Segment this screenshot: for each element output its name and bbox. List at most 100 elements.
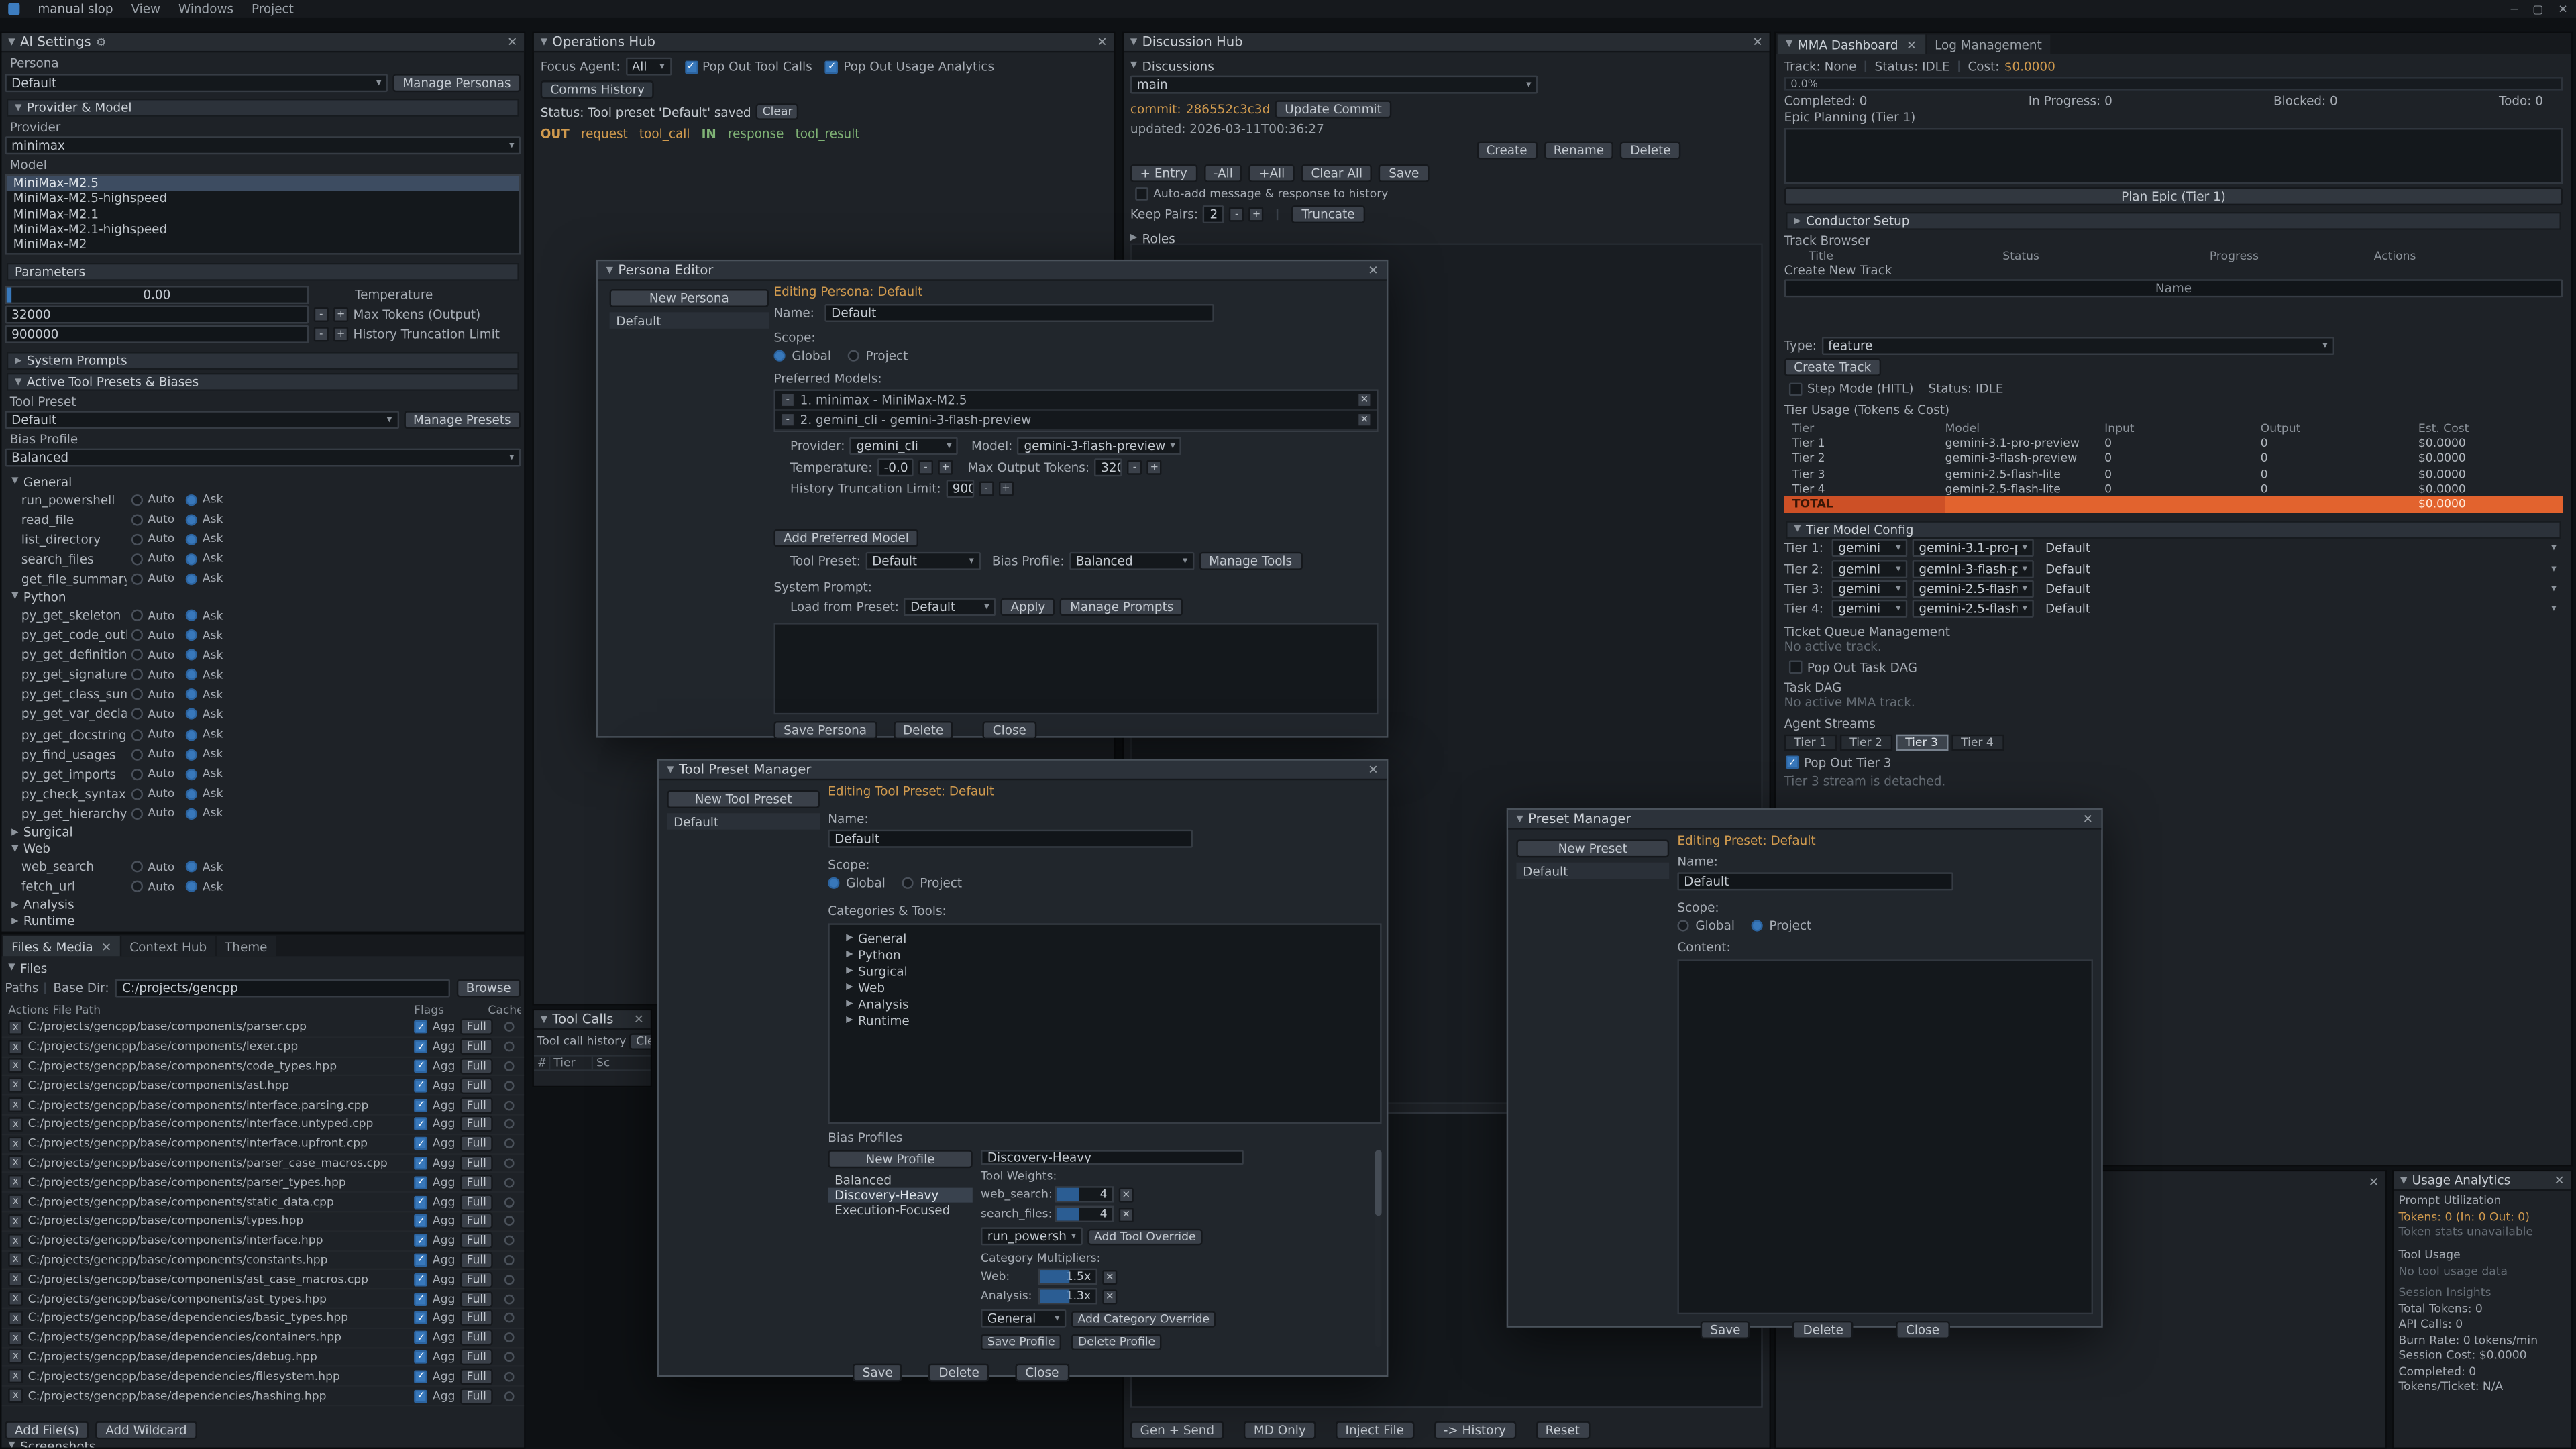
collapse-icon[interactable]: ▼ bbox=[541, 37, 547, 47]
cache-indicator[interactable] bbox=[504, 1177, 515, 1187]
decrement-button[interactable]: - bbox=[1230, 207, 1244, 222]
reorder-button[interactable]: - bbox=[780, 413, 795, 427]
agg-checkbox[interactable]: ✓ bbox=[415, 1215, 428, 1228]
parameters-section[interactable]: Parameters bbox=[7, 263, 519, 281]
step-mode-checkbox[interactable] bbox=[1789, 382, 1803, 395]
active-tools-section[interactable]: ▼ Active Tool Presets & Biases bbox=[7, 373, 519, 391]
minus-all-button[interactable]: -All bbox=[1203, 164, 1242, 182]
maximize-icon[interactable]: ▢ bbox=[2532, 3, 2543, 16]
add-tool-override-button[interactable]: Add Tool Override bbox=[1087, 1228, 1202, 1244]
decrement-button[interactable]: - bbox=[1127, 460, 1142, 475]
auto-add-checkbox[interactable] bbox=[1135, 187, 1148, 201]
reset-button[interactable]: Reset bbox=[1536, 1421, 1590, 1439]
scope-global-radio[interactable] bbox=[1677, 920, 1688, 931]
to-history-button[interactable]: -> History bbox=[1434, 1421, 1516, 1439]
full-button[interactable]: Full bbox=[460, 1116, 493, 1132]
ask-toggle[interactable] bbox=[186, 788, 197, 800]
full-button[interactable]: Full bbox=[460, 1174, 493, 1190]
auto-toggle[interactable] bbox=[131, 788, 143, 800]
tool-calls-header[interactable]: ▼ Tool Calls ✕ bbox=[534, 1010, 651, 1030]
full-button[interactable]: Full bbox=[460, 1019, 493, 1035]
tab-context-hub[interactable]: Context Hub bbox=[121, 936, 215, 956]
collapse-icon[interactable]: ▼ bbox=[8, 37, 15, 47]
model-option[interactable]: MiniMax-M2.1 bbox=[7, 207, 519, 222]
ask-toggle[interactable] bbox=[186, 494, 197, 505]
remove-file-button[interactable]: x bbox=[8, 1020, 23, 1035]
auto-toggle[interactable] bbox=[131, 533, 143, 545]
model-option[interactable]: MiniMax-M2.5 bbox=[7, 176, 519, 191]
ask-toggle[interactable] bbox=[186, 808, 197, 820]
increment-button[interactable]: + bbox=[333, 307, 348, 322]
remove-file-button[interactable]: x bbox=[8, 1059, 23, 1073]
persona-name-input[interactable]: Default bbox=[824, 304, 1214, 322]
agg-checkbox[interactable]: ✓ bbox=[415, 1292, 428, 1305]
stream-tab[interactable]: Tier 4 bbox=[1951, 735, 2003, 751]
gear-icon[interactable]: ⚙ bbox=[96, 36, 106, 49]
rename-discussion-button[interactable]: Rename bbox=[1544, 142, 1614, 160]
full-button[interactable]: Full bbox=[460, 1252, 493, 1268]
full-button[interactable]: Full bbox=[460, 1232, 493, 1248]
remove-file-button[interactable]: x bbox=[8, 1175, 23, 1190]
track-name-input[interactable]: Name bbox=[1784, 279, 2563, 297]
pop-out-tier3-checkbox[interactable]: ✓ bbox=[1786, 757, 1799, 770]
new-tool-preset-button[interactable]: New Tool Preset bbox=[667, 790, 820, 808]
full-button[interactable]: Full bbox=[460, 1291, 493, 1307]
increment-button[interactable]: + bbox=[938, 460, 953, 475]
remove-file-button[interactable]: x bbox=[8, 1311, 23, 1326]
discussion-select[interactable]: main bbox=[1130, 76, 1538, 94]
create-discussion-button[interactable]: Create bbox=[1477, 142, 1537, 160]
category-node[interactable]: ▶ Runtime bbox=[830, 1012, 1380, 1028]
remove-file-button[interactable]: x bbox=[8, 1117, 23, 1132]
truncate-button[interactable]: Truncate bbox=[1292, 205, 1365, 223]
ask-toggle[interactable] bbox=[186, 729, 197, 740]
persona-list-item[interactable]: Default bbox=[610, 312, 769, 328]
add-files-button[interactable]: Add File(s) bbox=[5, 1421, 89, 1439]
delete-profile-button[interactable]: Delete Profile bbox=[1071, 1334, 1162, 1350]
auto-toggle[interactable] bbox=[131, 881, 143, 892]
tool-preset-manager-header[interactable]: ▼ Tool Preset Manager ✕ bbox=[659, 761, 1387, 780]
category-node[interactable]: ▶ General bbox=[830, 930, 1380, 946]
cache-indicator[interactable] bbox=[504, 1255, 515, 1265]
browse-button[interactable]: Browse bbox=[456, 979, 521, 998]
increment-button[interactable]: + bbox=[998, 482, 1013, 496]
clear-all-button[interactable]: Clear All bbox=[1301, 164, 1373, 182]
preset-content-textarea[interactable] bbox=[1677, 959, 2093, 1314]
remove-file-button[interactable]: x bbox=[8, 1291, 23, 1306]
remove-file-button[interactable]: x bbox=[8, 1039, 23, 1054]
persona-select[interactable]: Default bbox=[5, 74, 388, 92]
close-icon[interactable]: ✕ bbox=[1752, 34, 1762, 49]
system-prompt-textarea[interactable] bbox=[773, 623, 1378, 714]
remove-file-button[interactable]: x bbox=[8, 1233, 23, 1248]
delete-preset-button[interactable]: Delete bbox=[1793, 1321, 1854, 1339]
collapse-icon[interactable]: ▼ bbox=[667, 765, 674, 775]
model-select[interactable]: gemini-3-flash-preview bbox=[1018, 437, 1182, 455]
close-dialog-button[interactable]: Close bbox=[983, 721, 1036, 739]
cache-indicator[interactable] bbox=[504, 1120, 515, 1130]
agg-checkbox[interactable]: ✓ bbox=[415, 1253, 428, 1267]
add-preferred-model-button[interactable]: Add Preferred Model bbox=[773, 529, 918, 547]
agg-checkbox[interactable]: ✓ bbox=[415, 1040, 428, 1054]
model-option[interactable]: MiniMax-M2 bbox=[7, 237, 519, 252]
remove-file-button[interactable]: x bbox=[8, 1330, 23, 1345]
discussions-section-header[interactable]: ▼ Discussions bbox=[1130, 58, 1763, 74]
new-preset-button[interactable]: New Preset bbox=[1516, 839, 1669, 857]
agg-checkbox[interactable]: ✓ bbox=[415, 1370, 428, 1383]
close-dialog-button[interactable]: Close bbox=[1896, 1321, 1949, 1339]
model-option[interactable]: MiniMax-M2.5-highspeed bbox=[7, 191, 519, 207]
decrement-button[interactable]: - bbox=[918, 460, 933, 475]
save-tool-preset-button[interactable]: Save bbox=[853, 1364, 903, 1382]
scope-project-radio[interactable] bbox=[1751, 920, 1762, 931]
bias-scrollbar[interactable] bbox=[1375, 1150, 1382, 1347]
remove-file-button[interactable]: x bbox=[8, 1078, 23, 1093]
new-persona-button[interactable]: New Persona bbox=[610, 289, 769, 307]
manage-prompts-button[interactable]: Manage Prompts bbox=[1060, 598, 1183, 616]
full-button[interactable]: Full bbox=[460, 1387, 493, 1403]
close-icon[interactable]: ✕ bbox=[1368, 762, 1378, 777]
cache-indicator[interactable] bbox=[504, 1100, 515, 1110]
save-profile-button[interactable]: Save Profile bbox=[981, 1334, 1061, 1350]
epic-planning-input[interactable] bbox=[1784, 128, 2563, 184]
agg-checkbox[interactable]: ✓ bbox=[415, 1060, 428, 1073]
ai-settings-header[interactable]: ▼ AI Settings ⚙ ✕ bbox=[1, 33, 524, 52]
category-override-select[interactable]: General bbox=[981, 1309, 1066, 1328]
save-discussion-button[interactable]: Save bbox=[1379, 164, 1430, 182]
